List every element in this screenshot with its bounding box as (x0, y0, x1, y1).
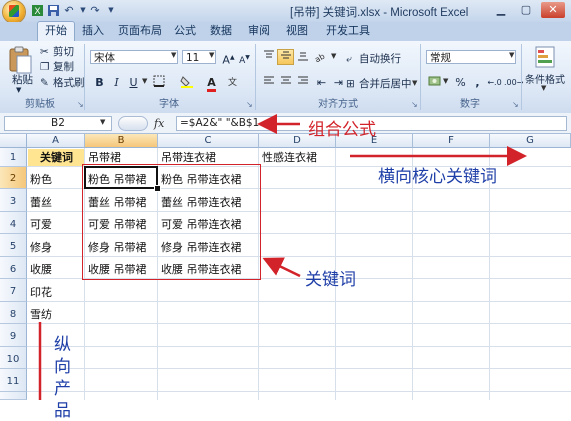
annotation-horizontal: 横向核心关键词 (378, 167, 497, 187)
keywords-arrow (262, 257, 301, 278)
annotation-arrows (38, 114, 527, 400)
annotation-keywords: 关键词 (305, 270, 356, 290)
annotation-formula: 组合公式 (308, 120, 376, 140)
